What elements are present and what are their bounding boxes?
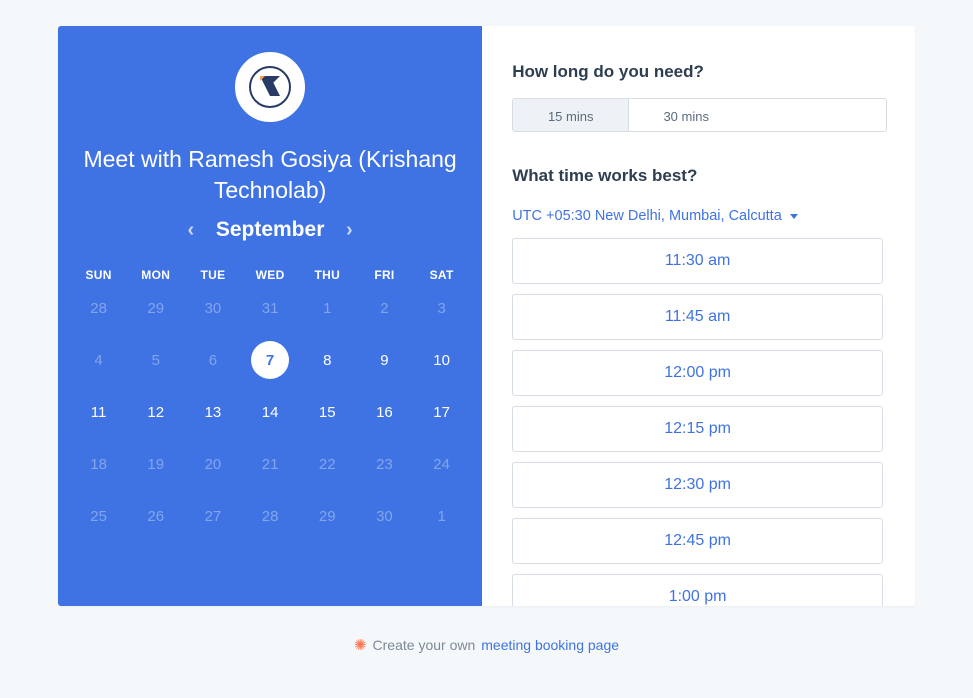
calendar-day[interactable]: 15	[299, 386, 356, 438]
time-slot[interactable]: 12:15 pm	[512, 406, 883, 452]
calendar-day: 22	[299, 438, 356, 490]
calendar-day[interactable]: 7	[242, 334, 299, 386]
calendar-day: 26	[127, 490, 184, 542]
calendar-day: 29	[299, 490, 356, 542]
calendar-day: 5	[127, 334, 184, 386]
day-of-week-label: MON	[127, 268, 184, 282]
day-of-week-label: SAT	[413, 268, 470, 282]
calendar-day: 31	[242, 282, 299, 334]
timezone-label: UTC +05:30 New Delhi, Mumbai, Calcutta	[512, 208, 782, 224]
month-nav: ‹ September ›	[180, 218, 361, 242]
calendar-day: 25	[70, 490, 127, 542]
calendar-day[interactable]: 8	[299, 334, 356, 386]
logo-icon	[249, 66, 291, 108]
next-month-button[interactable]: ›	[338, 219, 360, 241]
calendar-day: 1	[299, 282, 356, 334]
duration-option[interactable]: 15 mins	[513, 99, 628, 132]
prev-month-button[interactable]: ‹	[180, 219, 202, 241]
calendar-day[interactable]: 9	[356, 334, 413, 386]
calendar-day: 21	[242, 438, 299, 490]
calendar-day[interactable]: 13	[184, 386, 241, 438]
calendar-day[interactable]: 11	[70, 386, 127, 438]
calendar-day[interactable]: 10	[413, 334, 470, 386]
calendar-day: 4	[70, 334, 127, 386]
calendar-day: 2	[356, 282, 413, 334]
calendar-day: 20	[184, 438, 241, 490]
calendar-day: 23	[356, 438, 413, 490]
time-slot-list: 11:30 am 11:45 am 12:00 pm 12:15 pm 12:30 pm…	[512, 238, 887, 606]
caret-down-icon	[790, 214, 798, 219]
time-heading: What time works best?	[512, 166, 887, 186]
time-slot[interactable]: 1:00 pm	[512, 574, 883, 606]
calendar-day: 3	[413, 282, 470, 334]
duration-group: 15 mins30 mins	[512, 98, 887, 132]
calendar-day[interactable]: 17	[413, 386, 470, 438]
calendar-day: 28	[70, 282, 127, 334]
day-of-week-label: SUN	[70, 268, 127, 282]
calendar-day: 18	[70, 438, 127, 490]
calendar-panel: Meet with Ramesh Gosiya (Krishang Techno…	[58, 26, 482, 606]
duration-option[interactable]: 30 mins	[628, 99, 743, 132]
calendar-grid: SUNMONTUEWEDTHUFRISAT 282930311234567891…	[58, 242, 482, 542]
booking-card: Meet with Ramesh Gosiya (Krishang Techno…	[58, 26, 915, 606]
calendar-day: 27	[184, 490, 241, 542]
calendar-day: 28	[242, 490, 299, 542]
time-slot[interactable]: 11:30 am	[512, 238, 883, 284]
day-of-week-label: THU	[299, 268, 356, 282]
time-panel: How long do you need? 15 mins30 mins Wha…	[482, 26, 915, 606]
month-label: September	[216, 218, 325, 242]
calendar-day: 29	[127, 282, 184, 334]
calendar-day: 30	[184, 282, 241, 334]
footer-text: Create your own	[373, 637, 476, 653]
footer: ✺ Create your own meeting booking page	[354, 636, 619, 654]
time-slot[interactable]: 12:30 pm	[512, 462, 883, 508]
day-of-week-label: TUE	[184, 268, 241, 282]
calendar-day[interactable]: 16	[356, 386, 413, 438]
calendar-day: 6	[184, 334, 241, 386]
footer-link[interactable]: meeting booking page	[481, 637, 619, 653]
day-of-week-label: WED	[242, 268, 299, 282]
calendar-day: 1	[413, 490, 470, 542]
calendar-day: 24	[413, 438, 470, 490]
time-slot[interactable]: 12:00 pm	[512, 350, 883, 396]
calendar-day: 19	[127, 438, 184, 490]
brand-logo	[235, 52, 305, 122]
duration-heading: How long do you need?	[512, 62, 887, 82]
day-of-week-label: FRI	[356, 268, 413, 282]
meeting-title: Meet with Ramesh Gosiya (Krishang Techno…	[58, 144, 482, 206]
timezone-selector[interactable]: UTC +05:30 New Delhi, Mumbai, Calcutta	[512, 208, 887, 224]
calendar-day: 30	[356, 490, 413, 542]
time-slot[interactable]: 11:45 am	[512, 294, 883, 340]
hubspot-icon: ✺	[354, 636, 367, 654]
time-slot[interactable]: 12:45 pm	[512, 518, 883, 564]
calendar-day[interactable]: 12	[127, 386, 184, 438]
calendar-day[interactable]: 14	[242, 386, 299, 438]
